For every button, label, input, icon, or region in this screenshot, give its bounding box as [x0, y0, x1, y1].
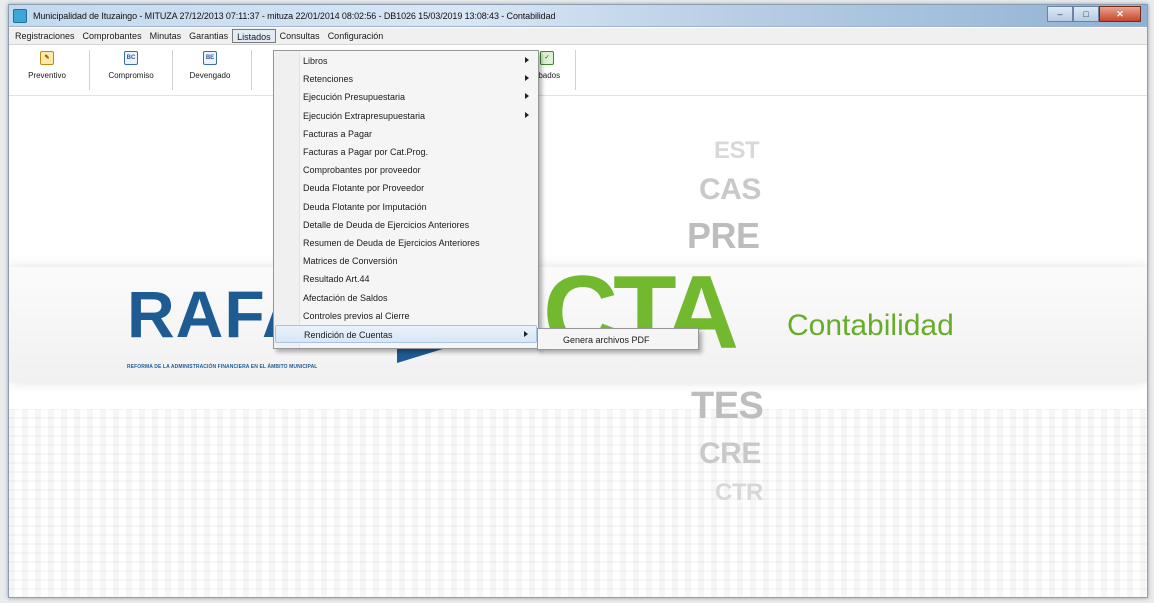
title-bar[interactable]: Municipalidad de Ituzaingo - MITUZA 27/1…: [9, 5, 1147, 27]
menu-item-label: Deuda Flotante por Imputación: [303, 201, 427, 212]
menu-garantias[interactable]: Garantias: [185, 28, 232, 44]
menu-item[interactable]: Deuda Flotante por Proveedor: [275, 179, 537, 197]
menu-item[interactable]: Rendición de Cuentas: [275, 325, 537, 343]
document-be-icon: BE: [203, 51, 217, 65]
menu-item-label: Comprobantes por proveedor: [303, 165, 421, 176]
menu-item[interactable]: Retenciones: [275, 70, 537, 88]
module-cre: CRE: [699, 437, 761, 470]
menu-item[interactable]: Matrices de Conversión: [275, 252, 537, 270]
module-est: EST: [714, 137, 760, 164]
menu-item-label: Afectación de Saldos: [303, 292, 388, 303]
menu-item-label: Matrices de Conversión: [303, 256, 398, 267]
compromiso-label: Compromiso: [108, 71, 154, 80]
pencil-document-icon: ✎: [40, 51, 54, 65]
menu-item-label: Libros: [303, 56, 328, 66]
submenu-arrow-icon: [525, 57, 529, 63]
preventivo-label: Preventivo: [28, 71, 66, 80]
menu-item-label: Detalle de Deuda de Ejercicios Anteriore…: [303, 219, 470, 230]
menu-item-label: Deuda Flotante por Proveedor: [303, 183, 425, 194]
menu-item-label: Ejecución Presupuestaria: [303, 92, 406, 103]
menu-configuracion[interactable]: Configuración: [324, 28, 388, 44]
menu-item[interactable]: Facturas a Pagar: [275, 125, 537, 143]
module-name: Contabilidad: [787, 309, 954, 342]
devengado-button[interactable]: BE Devengado: [177, 51, 243, 91]
toolbar-separator: [89, 50, 90, 90]
toolbar-separator: [172, 50, 173, 90]
listados-dropdown: Libros Retenciones Ejecución Presupuestari…: [273, 50, 539, 349]
menu-minutas[interactable]: Minutas: [146, 28, 186, 44]
menu-item-label: Facturas a Pagar: [303, 128, 373, 139]
menu-item[interactable]: Ejecución Presupuestaria: [275, 88, 537, 106]
minimize-icon[interactable]: –: [1047, 6, 1073, 22]
app-icon: [13, 9, 27, 23]
module-pre: PRE: [687, 215, 760, 256]
menu-item[interactable]: Afectación de Saldos: [275, 289, 537, 307]
menu-comprobantes[interactable]: Comprobantes: [79, 28, 146, 44]
menu-bar: Registraciones Comprobantes Minutas Gara…: [9, 28, 1147, 45]
menu-item[interactable]: Controles previos al Cierre: [275, 307, 537, 325]
menu-item[interactable]: Detalle de Deuda de Ejercicios Anteriore…: [275, 216, 537, 234]
module-cas: CAS: [699, 173, 761, 206]
menu-item[interactable]: Resultado Art.44: [275, 270, 537, 288]
window-controls: – □ ✕: [1047, 6, 1141, 22]
menu-item-label: Resultado Art.44: [303, 274, 370, 285]
approved-check-icon: ✓: [540, 51, 554, 65]
maximize-icon[interactable]: □: [1073, 6, 1099, 22]
window-title: Municipalidad de Ituzaingo - MITUZA 27/1…: [33, 11, 556, 21]
menu-item-genera-pdf[interactable]: Genera archivos PDF: [540, 331, 696, 347]
compromiso-button[interactable]: BC Compromiso: [95, 51, 167, 91]
menu-item-label: Facturas a Pagar por Cat.Prog.: [303, 147, 429, 157]
preventivo-button[interactable]: ✎ Preventivo: [19, 51, 75, 91]
menu-item-label: Retenciones: [303, 74, 354, 85]
menu-consultas[interactable]: Consultas: [276, 28, 324, 44]
menu-item[interactable]: Comprobantes por proveedor: [275, 161, 537, 179]
menu-item-label: Resumen de Deuda de Ejercicios Anteriore…: [303, 238, 480, 248]
rendicion-submenu: Genera archivos PDF: [537, 328, 699, 350]
devengado-label: Devengado: [189, 71, 231, 80]
submenu-arrow-icon: [524, 331, 528, 337]
menu-item-label: Rendición de Cuentas: [304, 330, 393, 340]
module-ctr: CTR: [715, 479, 763, 506]
menu-item[interactable]: Facturas a Pagar por Cat.Prog.: [275, 143, 537, 161]
submenu-arrow-icon: [525, 93, 529, 100]
rafam-subtitle: REFORMA DE LA ADMINISTRACIÓN FINANCIERA …: [127, 364, 318, 370]
document-bc-icon: BC: [124, 51, 138, 65]
menu-item-label: Ejecución Extrapresupuestaria: [303, 110, 426, 121]
background-pattern: [9, 409, 1147, 597]
menu-item-label: Controles previos al Cierre: [303, 310, 410, 321]
toolbar-separator: [575, 50, 576, 90]
module-tes: TES: [691, 385, 764, 427]
menu-registraciones[interactable]: Registraciones: [11, 28, 79, 44]
submenu-arrow-icon: [525, 111, 529, 118]
menu-listados[interactable]: Listados: [232, 29, 276, 43]
toolbar-separator: [251, 50, 252, 90]
submenu-arrow-icon: [525, 75, 529, 82]
app-window: Municipalidad de Ituzaingo - MITUZA 27/1…: [8, 4, 1148, 598]
menu-item[interactable]: Deuda Flotante por Imputación: [275, 198, 537, 216]
menu-item[interactable]: Resumen de Deuda de Ejercicios Anteriore…: [275, 234, 537, 252]
menu-item[interactable]: Ejecución Extrapresupuestaria: [275, 107, 537, 125]
toolbar: ✎ Preventivo BC Compromiso BE Devengado …: [9, 46, 1147, 96]
menu-item[interactable]: Libros: [275, 52, 537, 70]
close-icon[interactable]: ✕: [1099, 6, 1141, 22]
